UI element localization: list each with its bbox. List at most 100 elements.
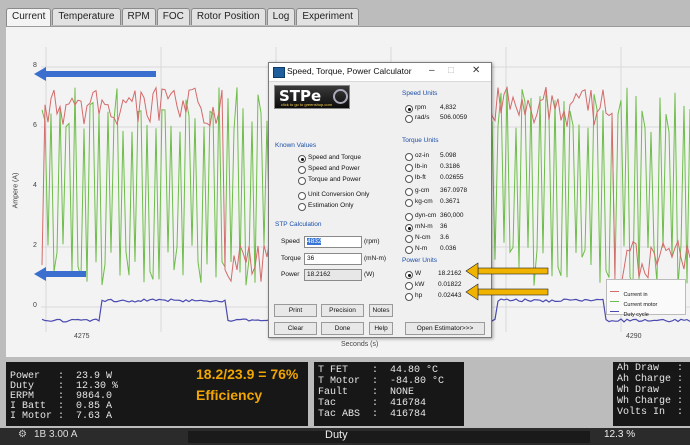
- torque-unit-label: mN-m: [415, 223, 433, 230]
- radio-torque-power[interactable]: [298, 177, 306, 185]
- radio-speed-power[interactable]: [298, 166, 306, 174]
- speed-input[interactable]: 4832: [304, 236, 362, 248]
- radio-torque-lb-in[interactable]: [405, 164, 413, 172]
- tab-bar: Current Temperature RPM FOC Rotor Positi…: [6, 8, 360, 27]
- notes-button[interactable]: Notes: [369, 304, 393, 317]
- telemetry-tac-abs: Tac ABS : 416784: [318, 409, 427, 420]
- tab-experiment[interactable]: Experiment: [296, 8, 359, 25]
- y-tick: 8: [33, 62, 37, 69]
- power-unit: (W): [364, 271, 375, 278]
- precision-button[interactable]: Precision: [321, 304, 364, 317]
- y-tick: 6: [33, 122, 37, 129]
- open-estimator-button[interactable]: Open Estimator>>>: [405, 322, 485, 335]
- print-button[interactable]: Print: [274, 304, 317, 317]
- tab-rotor-position[interactable]: Rotor Position: [190, 8, 266, 25]
- dialog-titlebar[interactable]: Speed, Torque, Power Calculator – □ ✕: [269, 63, 491, 82]
- logo-swirl-icon: [333, 89, 348, 104]
- stp-calculator-dialog: Speed, Torque, Power Calculator – □ ✕ ST…: [268, 62, 492, 338]
- radio-speed-torque[interactable]: [298, 155, 306, 163]
- torque-unit-label: lb-ft: [415, 174, 426, 181]
- radio-kw[interactable]: [405, 282, 413, 290]
- stpe-logo[interactable]: STPe click to go to greenshop.com: [274, 85, 350, 109]
- telemetry-ah-draw: Ah Draw : 47: [617, 363, 684, 374]
- radio-torque-n-cm[interactable]: [405, 235, 413, 243]
- known-values-heading: Known Values: [275, 142, 317, 149]
- app-icon: [273, 67, 285, 78]
- tab-rpm[interactable]: RPM: [121, 8, 156, 25]
- power-value-hp: 0.02443: [438, 292, 462, 299]
- speed-label: Speed: [281, 238, 300, 245]
- settings-gear-icon[interactable]: ⚙: [18, 429, 27, 440]
- option-estimation: Estimation Only: [308, 202, 354, 209]
- close-icon[interactable]: ✕: [472, 65, 480, 76]
- x-axis-label: Seconds (s): [341, 341, 379, 348]
- option-unit-conversion: Unit Conversion Only: [308, 191, 370, 198]
- power-unit-w: W: [415, 270, 422, 277]
- torque-unit-value: 3.6: [440, 234, 450, 241]
- dialog-title: Speed, Torque, Power Calculator: [287, 66, 412, 76]
- radio-estimation[interactable]: [298, 203, 306, 211]
- torque-unit-label: oz-in: [415, 152, 430, 159]
- arrow-left-icon: [34, 67, 156, 81]
- telemetry-wh-draw: Wh Draw : 1: [617, 385, 684, 396]
- speed-unit: (rpm): [364, 238, 380, 245]
- power-output: 18.2162: [304, 269, 362, 281]
- radio-watt[interactable]: [405, 271, 413, 279]
- help-button[interactable]: Help: [369, 322, 393, 335]
- logo-subtext: click to go to greenshop.com: [281, 102, 332, 107]
- telemetry-panel-right: Ah Draw : 47 Ah Charge : 0, Wh Draw : 1 …: [613, 362, 690, 426]
- speed-unit-rpm: rpm: [415, 104, 427, 111]
- radio-torque-kg-cm[interactable]: [405, 199, 413, 207]
- speed-unit-rads: rad/s: [415, 114, 430, 121]
- telemetry-tac: Tac : 416784: [318, 398, 427, 409]
- status-bar: ⚙ 1B 3.00 A Duty 12.3 %: [0, 428, 690, 445]
- efficiency-formula: 18.2/23.9 = 76%: [196, 366, 299, 382]
- torque-units-heading: Torque Units: [402, 137, 439, 144]
- radio-torque-oz-in[interactable]: [405, 153, 413, 161]
- efficiency-label: Efficiency: [196, 387, 263, 403]
- tab-foc[interactable]: FOC: [156, 8, 190, 25]
- telemetry-wh-charge: Wh Charge : 0,: [617, 396, 684, 407]
- tab-current[interactable]: Current: [6, 8, 52, 27]
- y-tick: 4: [33, 182, 37, 189]
- radio-torque-lb-ft[interactable]: [405, 175, 413, 183]
- minimize-icon[interactable]: –: [429, 65, 435, 76]
- speed-value-rads: 506.0059: [440, 114, 468, 121]
- radio-torque-mn-m[interactable]: [405, 224, 413, 232]
- power-unit-kw: kW: [415, 281, 425, 288]
- torque-input[interactable]: 36: [304, 253, 362, 265]
- x-tick: 4290: [626, 333, 642, 340]
- speed-value-rpm: 4,832: [440, 104, 457, 111]
- torque-unit-value: 0.3186: [440, 163, 460, 170]
- telemetry-ah-charge: Ah Charge : 0,: [617, 374, 684, 385]
- telemetry-fault: Fault : NONE: [318, 387, 415, 398]
- radio-torque-g-cm[interactable]: [405, 188, 413, 196]
- power-units-heading: Power Units: [402, 257, 438, 264]
- power-value-kw: 0.01822: [438, 281, 462, 288]
- y-tick: 2: [33, 242, 37, 249]
- telemetry-panel-left: Power : 23.9 W Duty : 12.30 % ERPM : 986…: [6, 362, 308, 426]
- done-button[interactable]: Done: [321, 322, 364, 335]
- telemetry-imotor: I Motor : 7.63 A: [10, 411, 113, 422]
- radio-torque-dyn-cm[interactable]: [405, 213, 413, 221]
- option-speed-power: Speed and Power: [308, 165, 360, 172]
- radio-unit-conversion[interactable]: [298, 192, 306, 200]
- radio-torque-n-m[interactable]: [405, 246, 413, 254]
- torque-unit-value: 0.02655: [440, 174, 464, 181]
- maximize-icon[interactable]: □: [448, 65, 454, 76]
- radio-rads[interactable]: [405, 115, 413, 123]
- radio-rpm[interactable]: [405, 105, 413, 113]
- torque-unit-value: 36: [440, 223, 448, 230]
- torque-unit-label: N-m: [415, 245, 428, 252]
- torque-unit-label: kg-cm: [415, 198, 433, 205]
- torque-label: Torque: [281, 255, 301, 262]
- clear-button[interactable]: Clear: [274, 322, 317, 335]
- tab-log[interactable]: Log: [266, 8, 296, 25]
- telemetry-tfet: T FET : 44.80 °C: [318, 365, 439, 376]
- radio-hp[interactable]: [405, 293, 413, 301]
- arrow-left-icon: [34, 267, 86, 281]
- current-selector[interactable]: 1B 3.00 A: [34, 429, 77, 440]
- power-value-w: 18.2162: [438, 270, 462, 277]
- tab-temperature[interactable]: Temperature: [52, 8, 121, 25]
- option-torque-power: Torque and Power: [308, 176, 361, 183]
